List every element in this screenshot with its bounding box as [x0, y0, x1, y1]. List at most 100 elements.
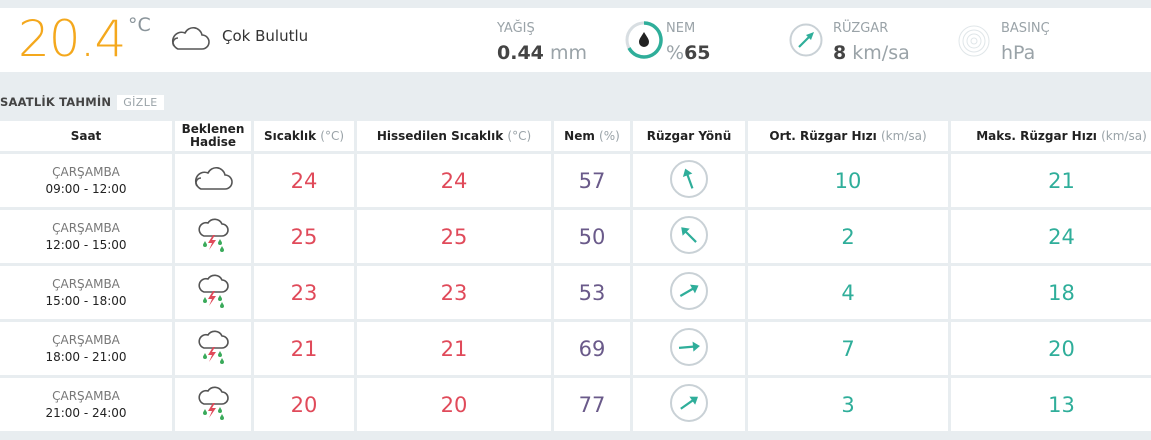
cloud-icon: [190, 166, 236, 196]
time-cell: ÇARŞAMBA 21:00 - 24:00: [0, 378, 172, 431]
section-title: SAATLİK TAHMİN: [0, 95, 112, 109]
table-row: ÇARŞAMBA 21:00 - 24:00 20 20 77 3 13: [0, 378, 1151, 431]
wind-metric: RÜZGAR 8 km/sa: [789, 8, 929, 72]
day-label: ÇARŞAMBA: [52, 220, 120, 235]
humidity-label: NEM: [666, 21, 696, 36]
humidity-gauge-icon: [625, 21, 663, 59]
header-event-line2: Hadise: [189, 135, 237, 149]
time-cell: ÇARŞAMBA 18:00 - 21:00: [0, 322, 172, 375]
header-temp-label: Sıcaklık: [263, 128, 317, 143]
precip-metric: YAĞIŞ 0.44 mm: [497, 8, 607, 72]
header-time[interactable]: Saat: [0, 121, 172, 151]
avg-wind-cell: 3: [748, 378, 948, 431]
avg-wind-cell: 2: [748, 210, 948, 263]
humidity-cell: 57: [554, 154, 630, 207]
avg-wind-cell: 10: [748, 154, 948, 207]
wind-dir-cell: [633, 210, 745, 263]
time-cell: ÇARŞAMBA 15:00 - 18:00: [0, 266, 172, 319]
feels-cell: 23: [357, 266, 551, 319]
wind-arrow-icon: [669, 271, 709, 315]
cloud-icon: [172, 27, 210, 50]
header-feels-unit: (°C): [507, 128, 532, 143]
pressure-icon: [958, 25, 990, 57]
feels-cell: 20: [357, 378, 551, 431]
max-wind-cell: 21: [951, 154, 1151, 207]
hide-toggle-button[interactable]: GİZLE: [117, 94, 164, 110]
header-temp[interactable]: Sıcaklık (°C): [254, 121, 354, 151]
precip-value: 0.44: [497, 42, 544, 64]
wind-dir-cell: [633, 378, 745, 431]
humidity-cell: 69: [554, 322, 630, 375]
wind-dir-cell: [633, 154, 745, 207]
temp-cell: 25: [254, 210, 354, 263]
max-wind-cell: 24: [951, 210, 1151, 263]
temp-cell: 21: [254, 322, 354, 375]
wind-unit: km/sa: [852, 42, 910, 64]
header-wind-dir[interactable]: Rüzgar Yönü: [633, 121, 745, 151]
hourly-section-header: SAATLİK TAHMİN GİZLE: [0, 93, 164, 111]
humidity-value: 65: [684, 42, 711, 64]
header-feels-label: Hissedilen Sıcaklık: [376, 128, 504, 143]
hourly-forecast-table: Saat Beklenen Hadise Sıcaklık (°C) Hissed…: [0, 118, 1151, 434]
thunder-rain-icon: [195, 385, 231, 425]
time-range: 09:00 - 12:00: [45, 181, 127, 196]
table-row: ÇARŞAMBA 12:00 - 15:00 25 25 50 2 24: [0, 210, 1151, 263]
time-cell: ÇARŞAMBA 09:00 - 12:00: [0, 154, 172, 207]
header-hum-label: Nem: [564, 128, 595, 143]
humidity-cell: 77: [554, 378, 630, 431]
avg-wind-cell: 7: [748, 322, 948, 375]
wind-label: RÜZGAR: [833, 21, 889, 36]
event-cell: [175, 378, 251, 431]
time-range: 15:00 - 18:00: [45, 293, 127, 308]
pressure-unit: hPa: [1001, 42, 1036, 64]
thunder-rain-icon: [195, 217, 231, 257]
wind-arrow-icon: [669, 215, 709, 259]
header-hum-unit: (%): [599, 128, 620, 143]
header-avg-label: Ort. Rüzgar Hızı: [769, 128, 877, 143]
humidity-cell: 53: [554, 266, 630, 319]
time-range: 18:00 - 21:00: [45, 349, 127, 364]
header-event-line1: Beklenen: [181, 122, 245, 136]
condition-text: Çok Bulutlu: [222, 27, 309, 45]
max-wind-cell: 13: [951, 378, 1151, 431]
current-weather-panel: 20.4 °C Çok Bulutlu YAĞIŞ 0.44 mm NEM %6…: [0, 8, 1151, 72]
header-avg-unit: (km/sa): [880, 128, 927, 143]
pressure-label: BASINÇ: [1001, 21, 1050, 36]
temp-cell: 23: [254, 266, 354, 319]
thunder-rain-icon: [195, 329, 231, 369]
humidity-prefix: %: [666, 42, 685, 64]
temp-cell: 24: [254, 154, 354, 207]
wind-arrow-icon: [669, 383, 709, 427]
wind-arrow-icon: [669, 327, 709, 371]
header-event[interactable]: Beklenen Hadise: [175, 121, 251, 151]
event-cell: [175, 266, 251, 319]
table-row: ÇARŞAMBA 18:00 - 21:00 21 21 69 7 20: [0, 322, 1151, 375]
day-label: ÇARŞAMBA: [52, 332, 120, 347]
precip-label: YAĞIŞ: [497, 21, 535, 36]
max-wind-cell: 20: [951, 322, 1151, 375]
header-max-wind[interactable]: Maks. Rüzgar Hızı (km/sa): [951, 121, 1151, 151]
separator-strip: [0, 72, 1151, 92]
header-temp-unit: (°C): [320, 128, 345, 143]
header-avg-wind[interactable]: Ort. Rüzgar Hızı (km/sa): [748, 121, 948, 151]
temperature-unit: °C: [128, 14, 151, 36]
day-label: ÇARŞAMBA: [52, 276, 120, 291]
current-temperature: 20.4: [18, 10, 126, 68]
event-cell: [175, 210, 251, 263]
wind-value: 8: [833, 42, 847, 64]
table-row: ÇARŞAMBA 09:00 - 12:00 24 24 57 10 21: [0, 154, 1151, 207]
header-feels[interactable]: Hissedilen Sıcaklık (°C): [357, 121, 551, 151]
max-wind-cell: 18: [951, 266, 1151, 319]
avg-wind-cell: 4: [748, 266, 948, 319]
time-cell: ÇARŞAMBA 12:00 - 15:00: [0, 210, 172, 263]
wind-arrow-icon: [669, 159, 709, 203]
pressure-metric: BASINÇ hPa: [957, 8, 1077, 72]
feels-cell: 25: [357, 210, 551, 263]
header-max-label: Maks. Rüzgar Hızı: [976, 128, 1097, 143]
header-humidity[interactable]: Nem (%): [554, 121, 630, 151]
humidity-metric: NEM %65: [624, 8, 734, 72]
precip-unit: mm: [549, 42, 587, 64]
feels-cell: 24: [357, 154, 551, 207]
day-label: ÇARŞAMBA: [52, 388, 120, 403]
table-row: ÇARŞAMBA 15:00 - 18:00 23 23 53 4 18: [0, 266, 1151, 319]
